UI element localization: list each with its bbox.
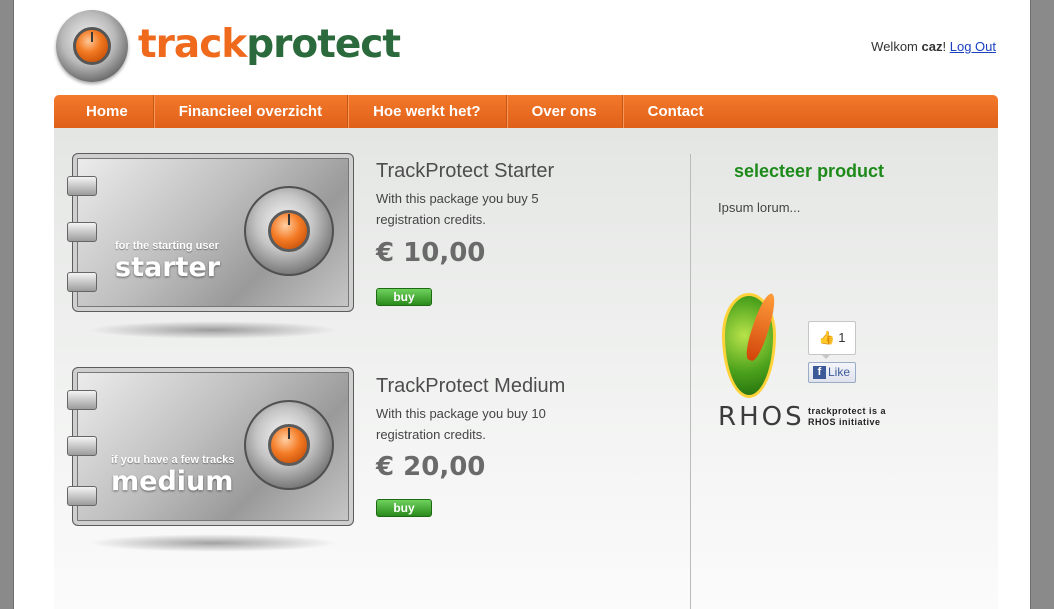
nav-item-home[interactable]: Home (54, 95, 154, 128)
welcome-suffix: ! (942, 39, 947, 54)
safe-hinge (67, 390, 97, 410)
sidebar-text: Ipsum lorum... (718, 200, 801, 215)
logo-text-protect: protect (246, 22, 401, 67)
safe-subtitle: if you have a few tracks (111, 454, 235, 466)
safe-subtitle: for the starting user (115, 240, 219, 252)
safe-hinge (67, 436, 97, 456)
rhos-note: trackprotect is a RHOS initiative (808, 406, 887, 427)
safe-shadow (88, 321, 338, 339)
facebook-like-button[interactable]: f Like (808, 362, 856, 383)
logo-text-track: track (138, 22, 247, 67)
safe-needle (288, 214, 290, 225)
main-nav: Home Financieel overzicht Hoe werkt het?… (54, 95, 998, 128)
like-count-box: 👍 1 (808, 321, 856, 355)
like-count: 1 (838, 330, 846, 345)
logo-wordmark[interactable]: trackprotect (138, 22, 401, 67)
safe-label: medium (111, 466, 234, 497)
safe-hinge (67, 222, 97, 242)
product-price: € 20,00 (376, 452, 486, 482)
rhos-feather (742, 291, 780, 363)
product-title: TrackProtect Medium (376, 375, 566, 397)
facebook-icon: f (813, 366, 826, 379)
safe-dial-icon (244, 400, 334, 490)
safe-hinge (67, 272, 97, 292)
thumbs-up-icon: 👍 (818, 330, 835, 345)
rhos-logo-icon[interactable] (722, 291, 780, 398)
safe-label: starter (115, 252, 221, 283)
nav-item-over-ons[interactable]: Over ons (507, 95, 623, 128)
medium-safe-image[interactable]: if you have a few tracks medium (67, 367, 354, 526)
safe-shadow (88, 534, 338, 552)
logout-link[interactable]: Log Out (950, 39, 996, 54)
buy-medium-button[interactable]: buy (376, 499, 432, 517)
like-count-pointer (821, 354, 831, 359)
starter-safe-image[interactable]: for the starting user starter (67, 153, 354, 312)
welcome-message: Welkom caz! Log Out (871, 39, 996, 54)
product-title: TrackProtect Starter (376, 160, 555, 182)
username: caz (921, 39, 943, 54)
safe-hinge (67, 176, 97, 196)
welcome-prefix: Welkom (871, 39, 918, 54)
safe-dial-icon (244, 186, 334, 276)
sidebar-title: selecteer product (734, 161, 885, 181)
product-price: € 10,00 (376, 238, 486, 268)
nav-item-financieel-overzicht[interactable]: Financieel overzicht (154, 95, 349, 128)
buy-starter-button[interactable]: buy (376, 288, 432, 306)
rhos-wordmark: RHOS (718, 402, 805, 432)
product-description: With this package you buy 5 registration… (376, 191, 539, 227)
product-description: With this package you buy 10 registratio… (376, 406, 546, 442)
page-container: trackprotect Welkom caz! Log Out Home Fi… (13, 0, 1031, 609)
nav-item-contact[interactable]: Contact (623, 95, 729, 128)
safe-needle (288, 428, 290, 439)
logo-dial-icon[interactable] (56, 10, 128, 82)
logo-needle (91, 32, 93, 42)
safe-hinge (67, 486, 97, 506)
nav-item-hoe-werkt-het[interactable]: Hoe werkt het? (348, 95, 507, 128)
like-label: Like (828, 365, 851, 379)
main-content: for the starting user starter TrackProte… (54, 128, 998, 609)
column-divider (690, 154, 691, 609)
